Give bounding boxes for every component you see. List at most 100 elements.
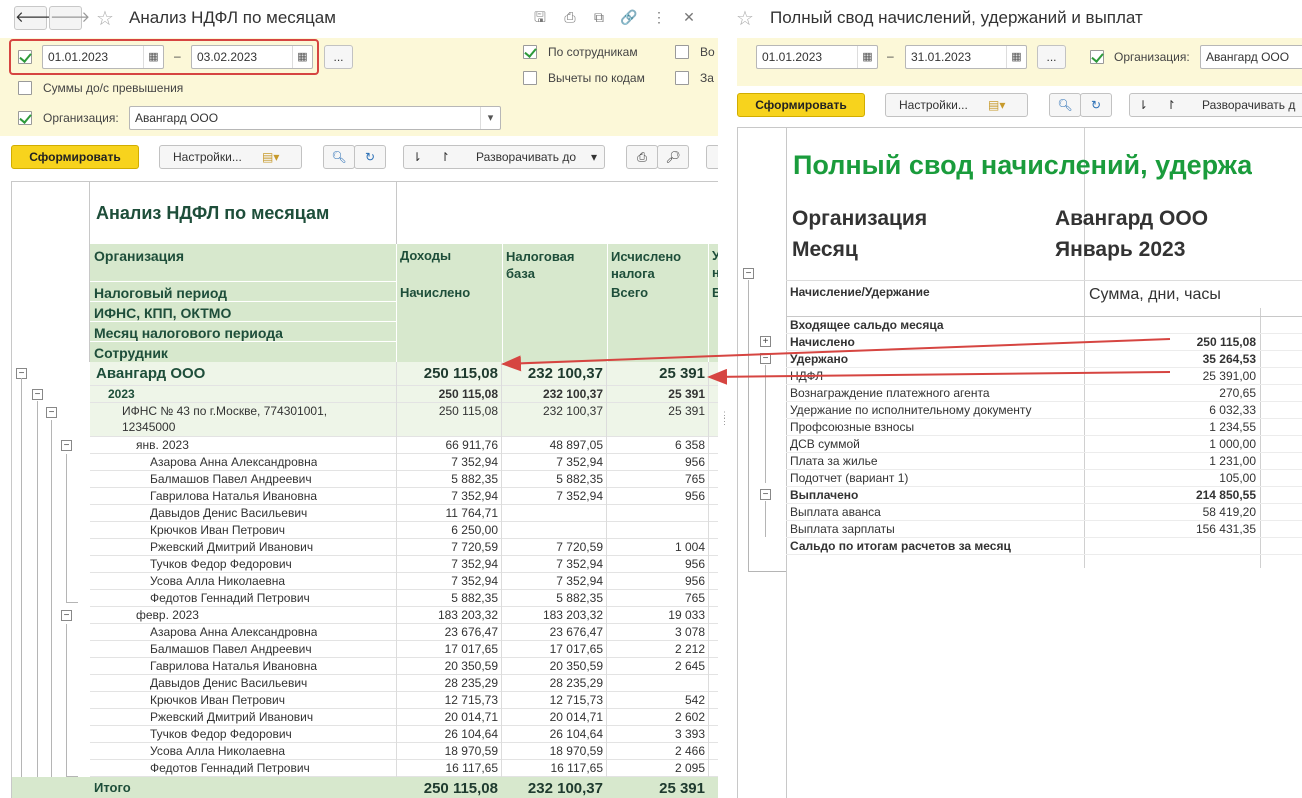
column-divider	[501, 362, 502, 798]
settings-button[interactable]: Настройки... ▤▾	[159, 145, 302, 169]
header-rule	[90, 301, 396, 302]
link-icon[interactable]: 🔗	[620, 8, 638, 26]
option-checkbox[interactable]	[675, 45, 689, 59]
favorite-star-icon[interactable]: ☆	[736, 6, 754, 31]
settings-panel: 01.01.2023 ▦ – 03.02.2023 ▦ ... По сотрудн…	[0, 38, 718, 136]
search-button[interactable]: 🔍︎	[323, 145, 355, 169]
more-icon[interactable]: ⋮	[650, 8, 668, 26]
by-employee-checkbox[interactable]	[523, 45, 537, 59]
window-title: Полный свод начислений, удержаний и выпл…	[770, 8, 1143, 27]
collapse-toggle[interactable]: −	[46, 407, 57, 418]
cell-calc: 3 393	[674, 727, 705, 741]
row-name: Балмашов Павел Андреевич	[150, 472, 312, 486]
row-name: Крючков Иван Петрович	[150, 693, 285, 707]
period-select-button[interactable]: ...	[324, 45, 353, 69]
date-from-input[interactable]: 01.01.2023 ▦	[42, 45, 164, 69]
header-rule	[90, 321, 396, 322]
row-name: Азарова Анна Александровна	[150, 455, 318, 469]
cell-calc: 542	[684, 693, 705, 707]
row-name: Гаврилова Наталья Ивановна	[150, 489, 318, 503]
print-button[interactable]: ⎙	[626, 145, 658, 169]
more-button[interactable]	[706, 145, 718, 169]
forward-button[interactable]: 🡒	[49, 6, 90, 30]
tree-line	[748, 280, 749, 572]
org-select[interactable]: Авангард ООО ▾	[129, 106, 501, 130]
cell-income: 5 882,35	[451, 472, 498, 486]
preview-icon[interactable]: ⧉	[590, 8, 608, 26]
collapse-toggle[interactable]: −	[61, 440, 72, 451]
date-to-input[interactable]: 31.01.2023 ▦	[905, 45, 1027, 69]
favorite-star-icon[interactable]: ☆	[96, 6, 114, 31]
deductions-checkbox[interactable]	[523, 71, 537, 85]
collapse-toggle[interactable]: −	[61, 610, 72, 621]
date-to-value: 31.01.2023	[911, 50, 972, 64]
calendar-icon[interactable]: ▦	[143, 46, 163, 68]
collapse-toggle[interactable]: −	[760, 489, 771, 500]
deductions-label: Вычеты по кодам	[548, 71, 645, 85]
collapse-toggle[interactable]: −	[743, 268, 754, 279]
settings-label: Настройки...	[173, 150, 242, 164]
org-checkbox[interactable]	[1090, 50, 1104, 64]
cell-base: 16 117,65	[550, 761, 604, 775]
tree-line	[66, 624, 67, 777]
generate-button[interactable]: Сформировать	[11, 145, 139, 169]
close-icon[interactable]: ✕	[680, 8, 698, 26]
search-button[interactable]: 🔍︎	[1049, 93, 1081, 117]
cell-income: 18 970,59	[444, 744, 498, 758]
settings-button[interactable]: Настройки... ▤▾	[885, 93, 1028, 117]
back-button[interactable]: 🡐	[14, 6, 55, 30]
period-checkbox[interactable]	[18, 50, 32, 64]
org-select[interactable]: Авангард ООО	[1200, 45, 1302, 69]
expand-toggle[interactable]: +	[760, 336, 771, 347]
header-base: Налоговая база	[506, 249, 575, 281]
dropdown-icon[interactable]: ▾	[480, 107, 500, 129]
row-value: 1 231,00	[1209, 454, 1256, 468]
cell-calc: 25 391	[668, 404, 705, 418]
search-clear-button[interactable]: ↻	[1080, 93, 1112, 117]
preview-button[interactable]: 🔎︎	[657, 145, 689, 169]
report-area: Полный свод начислений, удержа Организаци…	[737, 127, 1302, 798]
tree-line	[37, 401, 38, 777]
header-accrued: Начислено	[400, 285, 471, 300]
date-from-input[interactable]: 01.01.2023 ▦	[756, 45, 878, 69]
divider	[396, 182, 397, 244]
cell-calc: 956	[684, 489, 705, 503]
report-title: Полный свод начислений, удержа	[793, 150, 1253, 180]
splitter-grip-icon[interactable]: ⋮⋮	[720, 411, 729, 432]
option-checkbox[interactable]	[675, 71, 689, 85]
excess-checkbox[interactable]	[18, 81, 32, 95]
date-from-value: 01.01.2023	[762, 50, 823, 64]
row-name: Крючков Иван Петрович	[150, 523, 285, 537]
date-to-input[interactable]: 03.02.2023 ▦	[191, 45, 313, 69]
header-total: Всего	[611, 285, 649, 300]
expand-to-button[interactable]: ⇂ ↾ Разворачивать до ▾	[403, 145, 605, 169]
cell-base: 28 235,29	[549, 676, 603, 690]
generate-button[interactable]: Сформировать	[737, 93, 865, 117]
header-divider	[396, 244, 397, 362]
cell-calc: 956	[684, 557, 705, 571]
org-checkbox[interactable]	[18, 111, 32, 125]
save-icon[interactable]: 🖫	[531, 8, 549, 26]
row-name: Выплачено	[790, 488, 859, 502]
search-clear-button[interactable]: ↻	[354, 145, 386, 169]
row-value: 1 234,55	[1209, 420, 1256, 434]
print-icon[interactable]: ⎙	[561, 8, 579, 26]
expand-to-button[interactable]: ⇂ ↾ Разворачивать д	[1129, 93, 1302, 117]
command-bar: Сформировать Настройки... ▤▾ 🔍︎ ↻ ⇂ ↾ Раз…	[0, 136, 718, 178]
calendar-icon[interactable]: ▦	[857, 46, 877, 68]
ndfl-analysis-window: 🡐 🡒 ☆ Анализ НДФЛ по месяцам 🖫 ⎙ ⧉ 🔗 ⋮ ✕…	[0, 0, 718, 798]
collapse-toggle[interactable]: −	[760, 353, 771, 364]
total-base: 232 100,37	[527, 780, 603, 797]
calendar-icon[interactable]: ▦	[292, 46, 312, 68]
row-value: 58 419,20	[1202, 505, 1256, 519]
row-name: Начислено	[790, 335, 855, 349]
period-select-button[interactable]: ...	[1037, 45, 1066, 69]
cell-income: 5 882,35	[451, 591, 498, 605]
full-summary-window: ☆ Полный свод начислений, удержаний и вы…	[732, 0, 1302, 798]
cell-income: 26 104,64	[444, 727, 498, 741]
cell-base: 48 897,05	[549, 438, 603, 452]
collapse-toggle[interactable]: −	[32, 389, 43, 400]
calendar-icon[interactable]: ▦	[1006, 46, 1026, 68]
window-splitter[interactable]	[718, 0, 732, 798]
search-reset-icon: ↻	[1090, 98, 1102, 112]
